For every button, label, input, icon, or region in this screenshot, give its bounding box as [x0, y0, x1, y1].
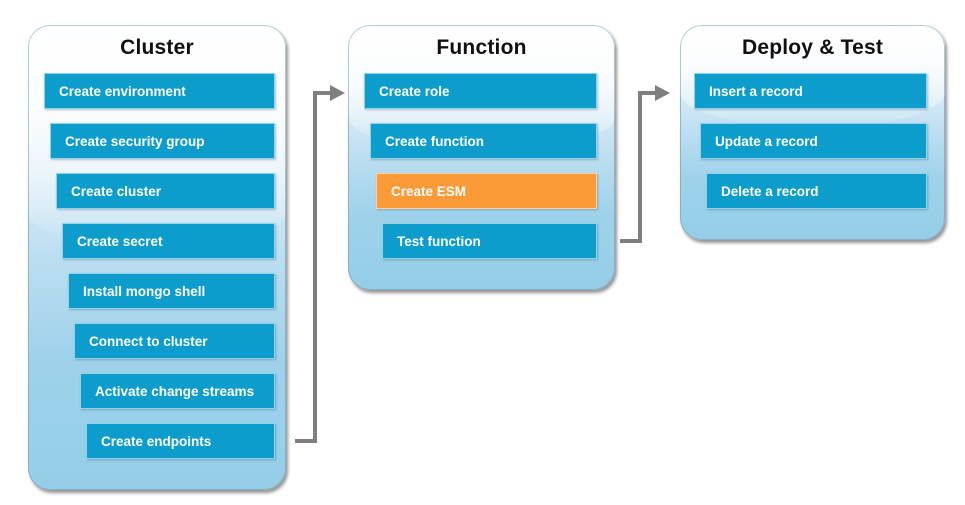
step-chip-update-a-record[interactable]: Update a record [700, 123, 927, 159]
step-chip-connect-to-cluster[interactable]: Connect to cluster [74, 323, 275, 359]
column-title-deploy-test: Deploy & Test [741, 36, 884, 59]
column-title-cluster: Cluster [120, 36, 194, 59]
step-chip-create-role[interactable]: Create role [364, 73, 597, 109]
arrow-right-icon-cluster-to-function [330, 85, 345, 101]
step-chip-create-secret[interactable]: Create secret [62, 223, 275, 259]
step-chip-insert-a-record[interactable]: Insert a record [694, 73, 927, 109]
step-chip-create-environment[interactable]: Create environment [44, 73, 275, 109]
step-chip-create-cluster[interactable]: Create cluster [56, 173, 275, 209]
connector-function-to-deploy-segment-riser [638, 91, 642, 243]
step-chip-create-endpoints[interactable]: Create endpoints [86, 423, 275, 459]
step-chip-activate-change-streams[interactable]: Activate change streams [80, 373, 275, 409]
arrow-right-icon-function-to-deploy [655, 85, 670, 101]
step-chip-install-mongo-shell[interactable]: Install mongo shell [68, 273, 275, 309]
connector-cluster-to-function-segment-riser [313, 91, 317, 443]
step-chip-create-esm[interactable]: Create ESM [376, 173, 597, 209]
step-chip-create-function[interactable]: Create function [370, 123, 597, 159]
step-chip-create-security-group[interactable]: Create security group [50, 123, 275, 159]
diagram-canvas: Cluster Create environment Create securi… [0, 0, 965, 505]
step-chip-delete-a-record[interactable]: Delete a record [706, 173, 927, 209]
step-chip-test-function[interactable]: Test function [382, 223, 597, 259]
column-title-function: Function [436, 36, 527, 59]
